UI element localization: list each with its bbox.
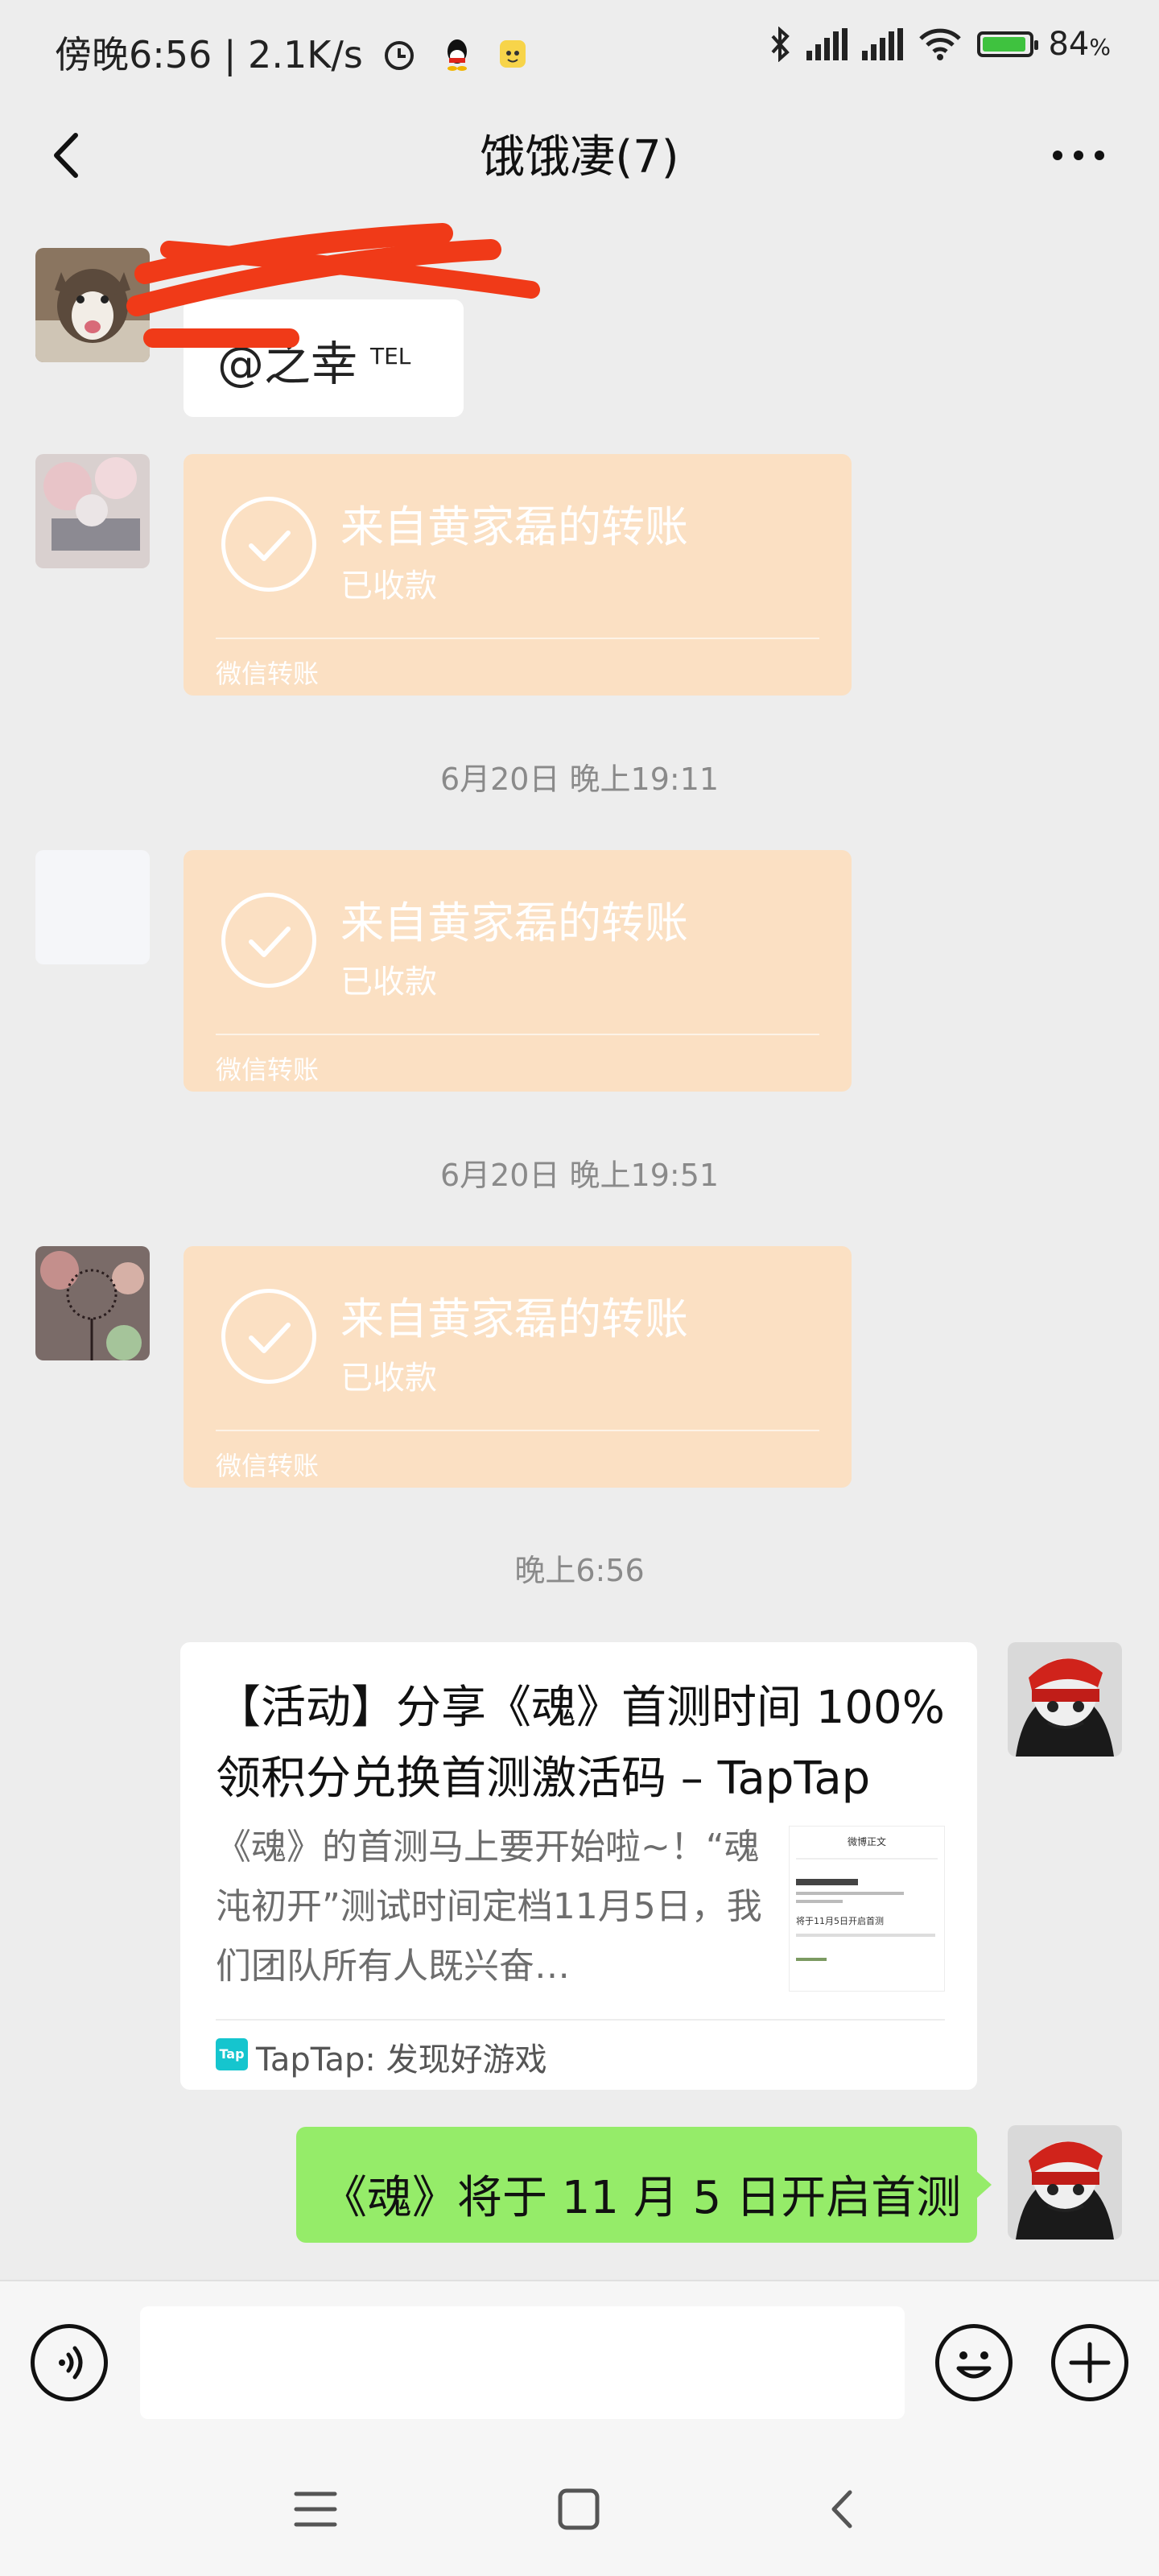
- transfer-divider: [216, 1034, 819, 1035]
- transfer-footer: 微信转账: [216, 1055, 320, 1085]
- home-icon[interactable]: [557, 2487, 600, 2531]
- check-icon: [221, 893, 316, 988]
- link-card-source: TapTap: 发现好游戏: [256, 2041, 547, 2079]
- avatar[interactable]: [35, 454, 150, 568]
- check-icon: [221, 497, 316, 592]
- qq-icon: [448, 39, 468, 71]
- link-card-description: 《魂》的首测马上要开始啦~！“魂沌初开”测试时间定档11月5日，我们团队所有人既…: [216, 1827, 762, 1987]
- message-input[interactable]: [140, 2306, 905, 2419]
- battery-percent: 84%: [1048, 26, 1111, 63]
- avatar[interactable]: [1008, 2125, 1122, 2240]
- avatar[interactable]: [35, 850, 150, 964]
- redaction-scribble: [126, 223, 540, 348]
- timestamp: 晚上6:56: [514, 1553, 645, 1588]
- link-card-divider: [216, 2019, 945, 2021]
- app-notification-icon: [499, 40, 526, 68]
- transfer-status: 已收款: [340, 568, 437, 605]
- taptap-icon: Tap: [216, 2038, 248, 2070]
- transfer-title: 来自黄家磊的转账: [340, 502, 688, 552]
- transfer-status: 已收款: [340, 964, 437, 1001]
- voice-button[interactable]: [31, 2324, 108, 2401]
- back-nav-icon[interactable]: [826, 2487, 858, 2531]
- more-actions-button[interactable]: [1051, 2324, 1128, 2401]
- more-icon[interactable]: [1046, 135, 1111, 175]
- signal-icon-2: [862, 28, 904, 60]
- transfer-title: 来自黄家磊的转账: [340, 1294, 688, 1344]
- emoji-icon: [956, 2351, 992, 2379]
- network-speed: | 2.1K/s: [223, 33, 363, 76]
- wifi-icon: [919, 28, 962, 60]
- emoji-button[interactable]: [935, 2324, 1013, 2401]
- battery-icon: [977, 31, 1039, 57]
- menu-icon[interactable]: [293, 2489, 338, 2529]
- status-right: 84%: [768, 26, 1111, 63]
- signal-icon-1: [806, 28, 848, 60]
- link-card-title: 【活动】分享《魂》首测时间 100%领积分兑换首测激活码 – TapTap: [216, 1682, 945, 1805]
- transfer-title: 来自黄家磊的转账: [340, 898, 688, 948]
- transfer-footer: 微信转账: [216, 658, 320, 689]
- alarm-icon: [385, 41, 415, 70]
- avatar[interactable]: [35, 1246, 150, 1360]
- link-card-thumbnail: 微博正文 将于11月5日开启首测: [789, 1826, 945, 1992]
- avatar[interactable]: [1008, 1642, 1122, 1757]
- timestamp: 6月20日 晚上19:11: [439, 762, 720, 797]
- transfer-status: 已收款: [340, 1360, 437, 1397]
- status-time: 傍晚6:56: [55, 33, 212, 76]
- outgoing-message-text: 《魂》将于 11 月 5 日开启首测: [322, 2172, 962, 2224]
- plus-icon: [1069, 2342, 1111, 2384]
- bubble-tail: [975, 2170, 992, 2199]
- transfer-divider: [216, 638, 819, 639]
- chat-title: 饿饿凄(7): [480, 131, 679, 184]
- status-bar: 傍晚6:56 | 2.1K/s 84%: [0, 0, 1159, 105]
- bluetooth-icon: [771, 27, 790, 62]
- check-icon: [221, 1289, 316, 1384]
- voice-icon: [59, 2346, 83, 2380]
- timestamp: 6月20日 晚上19:51: [439, 1158, 720, 1193]
- transfer-footer: 微信转账: [216, 1451, 320, 1481]
- status-left: 傍晚6:56 | 2.1K/s: [55, 26, 529, 79]
- transfer-divider: [216, 1430, 819, 1431]
